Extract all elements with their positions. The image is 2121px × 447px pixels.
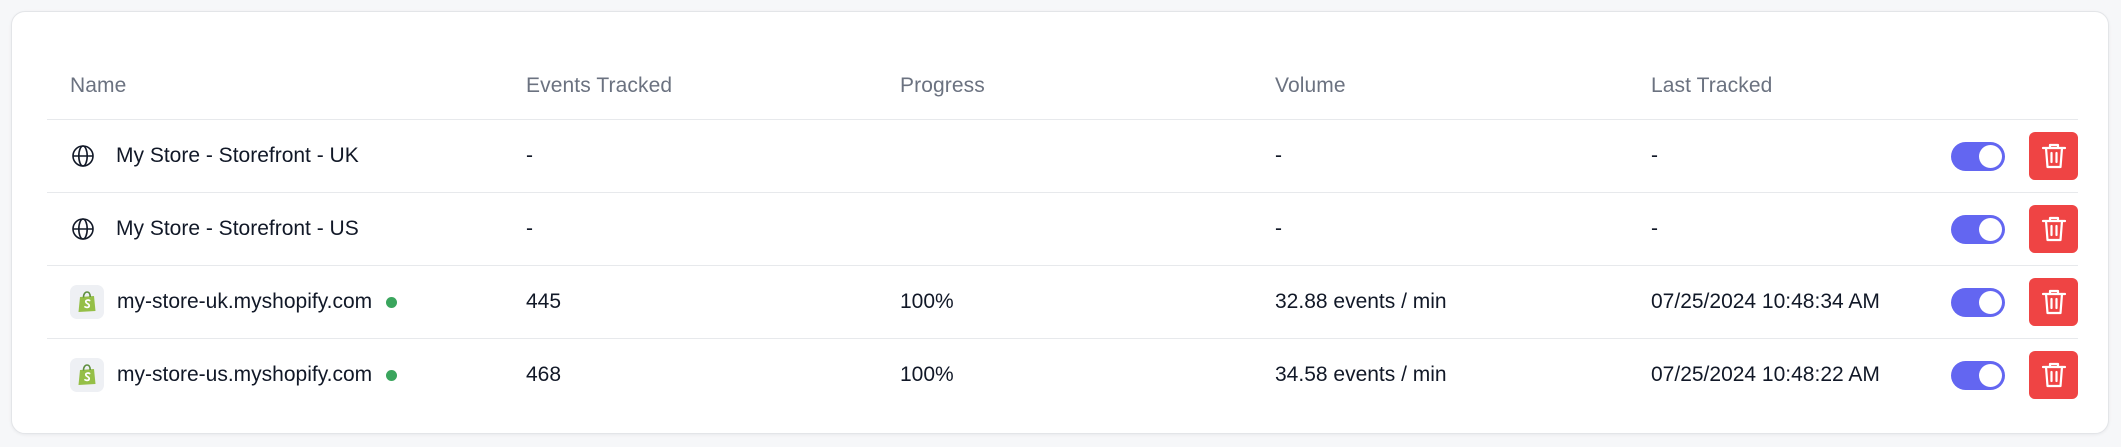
last-tracked-value: - bbox=[1651, 144, 1658, 167]
toggle-knob bbox=[1979, 145, 2002, 168]
globe-icon bbox=[70, 216, 96, 242]
progress-value: 100% bbox=[900, 290, 954, 313]
table-row: my-store-uk.myshopify.com 445 100% 32.88… bbox=[47, 266, 2078, 339]
events-tracked-value: - bbox=[526, 144, 533, 167]
header-progress: Progress bbox=[900, 74, 985, 97]
table-row: My Store - Storefront - US - - - bbox=[47, 193, 2078, 266]
trash-icon bbox=[2041, 143, 2066, 169]
volume-value: - bbox=[1275, 217, 1282, 240]
volume-value: 32.88 events / min bbox=[1275, 290, 1447, 313]
events-tracked-value: 468 bbox=[526, 363, 562, 386]
name-cell: my-store-uk.myshopify.com bbox=[70, 266, 398, 338]
header-events-tracked: Events Tracked bbox=[526, 74, 673, 97]
enable-toggle[interactable] bbox=[1951, 142, 2005, 171]
enable-toggle[interactable] bbox=[1951, 288, 2005, 317]
globe-icon bbox=[70, 143, 96, 169]
table-header: Name Events Tracked Progress Volume Last… bbox=[47, 52, 2078, 120]
table-row: my-store-us.myshopify.com 468 100% 34.58… bbox=[47, 339, 2078, 411]
name-cell: my-store-us.myshopify.com bbox=[70, 339, 398, 411]
source-name: My Store - Storefront - US bbox=[116, 217, 359, 240]
table-row: My Store - Storefront - UK - - - bbox=[47, 120, 2078, 193]
last-tracked-value: 07/25/2024 10:48:22 AM bbox=[1651, 363, 1880, 386]
header-volume: Volume bbox=[1275, 74, 1346, 97]
delete-button[interactable] bbox=[2029, 351, 2078, 399]
delete-button[interactable] bbox=[2029, 132, 2078, 180]
shopify-bag-icon bbox=[70, 358, 104, 392]
enable-toggle[interactable] bbox=[1951, 361, 2005, 390]
header-name: Name bbox=[70, 74, 127, 97]
toggle-knob bbox=[1979, 218, 2002, 241]
volume-value: 34.58 events / min bbox=[1275, 363, 1447, 386]
events-tracked-value: 445 bbox=[526, 290, 562, 313]
delete-button[interactable] bbox=[2029, 278, 2078, 326]
source-name: my-store-us.myshopify.com bbox=[117, 363, 373, 386]
events-tracked-value: - bbox=[526, 217, 533, 240]
delete-button[interactable] bbox=[2029, 205, 2078, 253]
volume-value: - bbox=[1275, 144, 1282, 167]
source-name: my-store-uk.myshopify.com bbox=[117, 290, 373, 313]
last-tracked-value: - bbox=[1651, 217, 1658, 240]
status-dot-active bbox=[386, 369, 398, 381]
shopify-bag-icon bbox=[70, 285, 104, 319]
toggle-knob bbox=[1979, 364, 2002, 387]
toggle-knob bbox=[1979, 291, 2002, 314]
name-cell: My Store - Storefront - US bbox=[70, 193, 359, 265]
trash-icon bbox=[2041, 289, 2066, 315]
trash-icon bbox=[2041, 362, 2066, 388]
header-last-tracked: Last Tracked bbox=[1651, 74, 1773, 97]
trash-icon bbox=[2041, 216, 2066, 242]
last-tracked-value: 07/25/2024 10:48:34 AM bbox=[1651, 290, 1880, 313]
name-cell: My Store - Storefront - UK bbox=[70, 120, 359, 192]
sources-card: Name Events Tracked Progress Volume Last… bbox=[11, 11, 2109, 434]
progress-value: 100% bbox=[900, 363, 954, 386]
enable-toggle[interactable] bbox=[1951, 215, 2005, 244]
status-dot-active bbox=[386, 296, 398, 308]
sources-table: Name Events Tracked Progress Volume Last… bbox=[47, 52, 2078, 411]
source-name: My Store - Storefront - UK bbox=[116, 144, 359, 167]
